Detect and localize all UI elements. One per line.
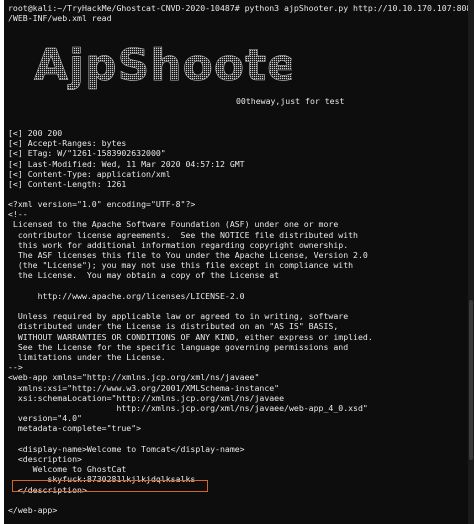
terminal-window[interactable]: root@kali:~/TryHackMe/Ghostcat-CNVD-2020… <box>4 0 474 524</box>
xml-line: --> <box>8 362 23 373</box>
xml-line: http://www.apache.org/licenses/LICENSE-2… <box>8 290 245 301</box>
ajpshooter-ascii-banner: AjpShooter <box>34 40 292 92</box>
xml-line: the License. You may obtain a copy of th… <box>8 270 280 281</box>
xml-line: <web-app xmlns="http://xmlns.jcp.org/xml… <box>8 372 260 383</box>
xml-line: http://xmlns.jcp.org/xml/ns/javaee/web-a… <box>8 403 368 413</box>
xml-line: contributor license agreements. See the … <box>8 229 358 240</box>
xml-line: limitations under the License. <box>8 352 166 362</box>
response-header-line: [<] Accept-Ranges: bytes <box>8 138 127 149</box>
xml-line: this work for additional information reg… <box>8 239 349 250</box>
xml-line: xmlns:xsi="http://www.w3.org/2001/XMLSch… <box>8 382 280 393</box>
xml-line: <description> <box>8 454 82 464</box>
xml-line: distributed under the License is distrib… <box>8 321 339 332</box>
banner-tagline: 00theway,just for test <box>236 96 345 106</box>
scrollbar-thumb[interactable] <box>469 300 473 460</box>
xml-line: Unless required by applicable law or agr… <box>8 311 349 322</box>
response-header-line: [<] ETag: W/"1261-1583902632000" <box>8 148 166 159</box>
xml-line: Licensed to the Apache Software Foundati… <box>8 219 339 230</box>
xml-line: xsi:schemaLocation="http://xmlns.jcp.org… <box>8 392 285 403</box>
xml-line: The ASF licenses this file to You under … <box>8 250 368 260</box>
xml-line: <display-name>Welcome to Tomcat</display… <box>8 443 245 454</box>
banner-logo-text: AjpShooter <box>34 40 292 91</box>
xml-line: version="4.0" <box>8 413 82 424</box>
response-header-line: [<] Last-Modified: Wed, 11 Mar 2020 04:5… <box>8 158 245 169</box>
xml-line: <?xml version="1.0" encoding="UTF-8"?> <box>8 199 196 209</box>
xml-line: </web-app> <box>8 505 58 515</box>
xml-line: WITHOUT WARRANTIES OR CONDITIONS OF ANY … <box>8 331 373 342</box>
response-header-line: [<] Content-Length: 1261 <box>8 179 127 189</box>
xml-line: See the License for the specific languag… <box>8 341 349 352</box>
response-header-line: [<] Content-Type: application/xml <box>8 168 171 179</box>
xml-line: metadata-complete="true"> <box>8 423 142 434</box>
command-prompt-continuation: /WEB-INF/web.xml read <box>8 13 112 23</box>
xml-line: (the "License"); you may not use this fi… <box>8 260 354 271</box>
credential-highlight-box <box>12 480 208 492</box>
xml-line: Welcome to GhostCat <box>8 464 127 475</box>
terminal-scrollbar[interactable] <box>468 0 474 524</box>
command-prompt-line: root@kali:~/TryHackMe/Ghostcat-CNVD-2020… <box>8 3 474 13</box>
response-header-line: [<] 200 200 <box>8 128 63 138</box>
xml-line: <!-- <box>8 209 28 220</box>
